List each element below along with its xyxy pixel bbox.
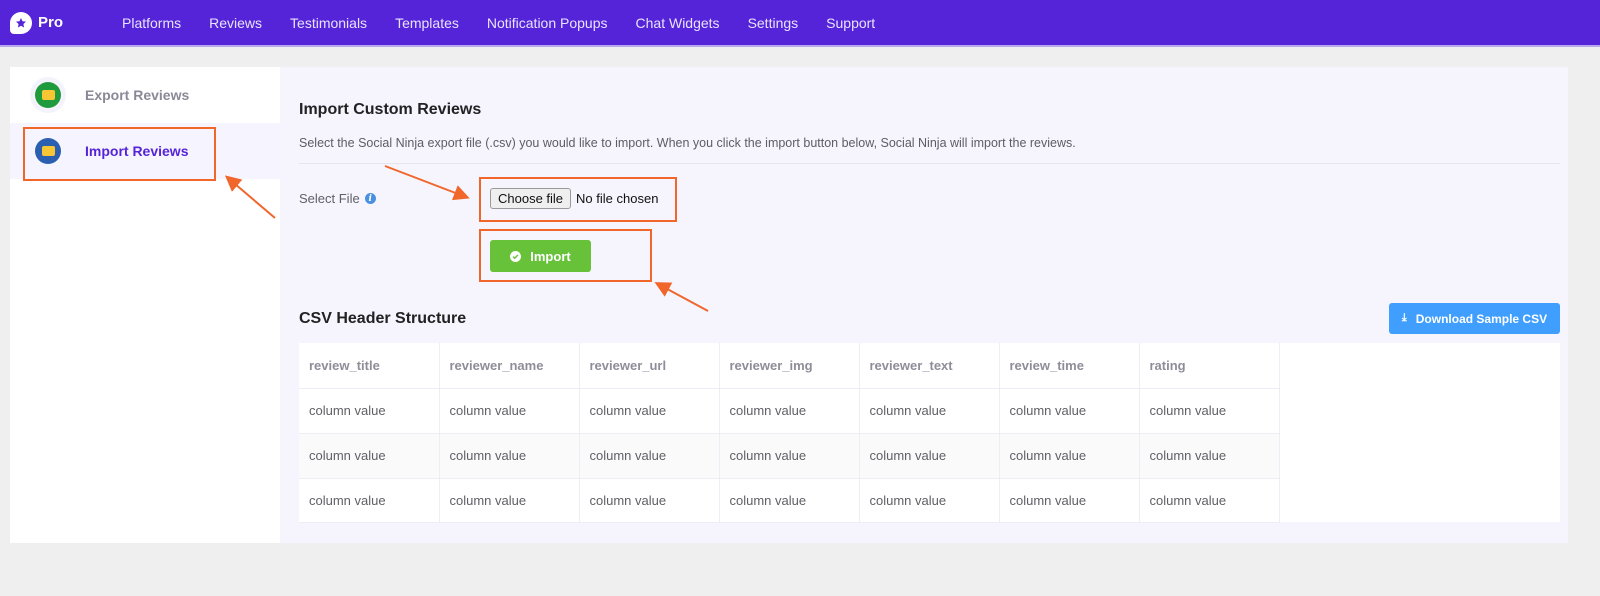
table-row: column value column value column value c… bbox=[299, 433, 1280, 479]
main-panel: Export Reviews Import Reviews Import Cus… bbox=[10, 67, 1568, 543]
table-cell: column value bbox=[1139, 478, 1280, 523]
column-header: reviewer_text bbox=[859, 343, 1000, 389]
choose-file-button[interactable]: Choose file bbox=[490, 188, 572, 209]
logo-star-icon bbox=[10, 11, 32, 34]
download-icon: ⤓ bbox=[1401, 312, 1407, 324]
table-cell: column value bbox=[999, 478, 1140, 523]
table-cell: column value bbox=[1139, 388, 1280, 434]
brand[interactable]: Pro bbox=[10, 11, 122, 34]
divider bbox=[299, 163, 1560, 164]
import-icon-wrap bbox=[30, 133, 66, 169]
table-cell: column value bbox=[859, 478, 1000, 523]
info-icon[interactable]: i bbox=[364, 193, 376, 204]
sidebar: Export Reviews Import Reviews bbox=[10, 67, 280, 543]
nav-chat-widgets[interactable]: Chat Widgets bbox=[636, 15, 720, 31]
download-sample-csv-button[interactable]: ⤓ Download Sample CSV bbox=[1389, 303, 1560, 334]
table-cell: column value bbox=[999, 433, 1140, 479]
nav-notification-popups[interactable]: Notification Popups bbox=[487, 15, 608, 31]
import-content: Import Custom Reviews Select the Social … bbox=[280, 67, 1568, 543]
table-cell: column value bbox=[579, 478, 720, 523]
column-header: reviewer_img bbox=[719, 343, 860, 389]
download-button-label: Download Sample CSV bbox=[1415, 311, 1548, 326]
nav-support[interactable]: Support bbox=[826, 15, 875, 31]
export-icon-wrap bbox=[30, 77, 66, 113]
table-cell: column value bbox=[299, 388, 440, 434]
import-button[interactable]: Import bbox=[490, 240, 591, 272]
check-circle-icon bbox=[510, 250, 522, 262]
top-navigation-bar: Pro Platforms Reviews Testimonials Templ… bbox=[0, 0, 1600, 47]
table-row: column value column value column value c… bbox=[299, 478, 1280, 523]
table-cell: column value bbox=[719, 388, 860, 434]
sidebar-item-label: Import Reviews bbox=[85, 143, 189, 159]
sidebar-item-label: Export Reviews bbox=[85, 87, 190, 103]
table-cell: column value bbox=[859, 433, 1000, 479]
export-icon bbox=[35, 82, 61, 108]
column-header: review_time bbox=[999, 343, 1140, 389]
table-row: column value column value column value c… bbox=[299, 388, 1280, 434]
brand-name: Pro bbox=[38, 14, 64, 31]
select-file-label: Select File i bbox=[299, 191, 376, 206]
table-cell: column value bbox=[999, 388, 1140, 434]
nav-testimonials[interactable]: Testimonials bbox=[290, 15, 367, 31]
table-cell: column value bbox=[439, 433, 580, 479]
table-cell: column value bbox=[1139, 433, 1280, 479]
import-description: Select the Social Ninja export file (.cs… bbox=[299, 136, 1076, 150]
table-cell: column value bbox=[579, 433, 720, 479]
sidebar-item-import-reviews[interactable]: Import Reviews bbox=[10, 123, 280, 179]
sidebar-item-export-reviews[interactable]: Export Reviews bbox=[10, 67, 280, 123]
table-header-row: review_title reviewer_name reviewer_url … bbox=[299, 343, 1280, 389]
table-cell: column value bbox=[299, 433, 440, 479]
select-file-text: Select File bbox=[299, 191, 360, 206]
file-input[interactable]: Choose file No file chosen bbox=[490, 188, 658, 209]
table-cell: column value bbox=[579, 388, 720, 434]
nav-platforms[interactable]: Platforms bbox=[122, 15, 181, 31]
column-header: reviewer_url bbox=[579, 343, 720, 389]
column-header: rating bbox=[1139, 343, 1280, 389]
table-cell: column value bbox=[299, 478, 440, 523]
import-button-label: Import bbox=[530, 248, 571, 264]
nav-settings[interactable]: Settings bbox=[748, 15, 799, 31]
csv-header-title: CSV Header Structure bbox=[299, 310, 467, 327]
table-cell: column value bbox=[439, 478, 580, 523]
table-cell: column value bbox=[859, 388, 1000, 434]
page-title: Import Custom Reviews bbox=[299, 101, 482, 118]
table-cell: column value bbox=[719, 433, 860, 479]
table-cell: column value bbox=[719, 478, 860, 523]
csv-structure-table: review_title reviewer_name reviewer_url … bbox=[299, 343, 1560, 523]
import-icon bbox=[35, 138, 61, 164]
column-header: reviewer_name bbox=[439, 343, 580, 389]
nav-templates[interactable]: Templates bbox=[395, 15, 459, 31]
table-cell: column value bbox=[439, 388, 580, 434]
main-nav: Platforms Reviews Testimonials Templates… bbox=[122, 15, 903, 31]
nav-reviews[interactable]: Reviews bbox=[209, 15, 262, 31]
column-header: review_title bbox=[299, 343, 440, 389]
file-status: No file chosen bbox=[576, 191, 659, 206]
